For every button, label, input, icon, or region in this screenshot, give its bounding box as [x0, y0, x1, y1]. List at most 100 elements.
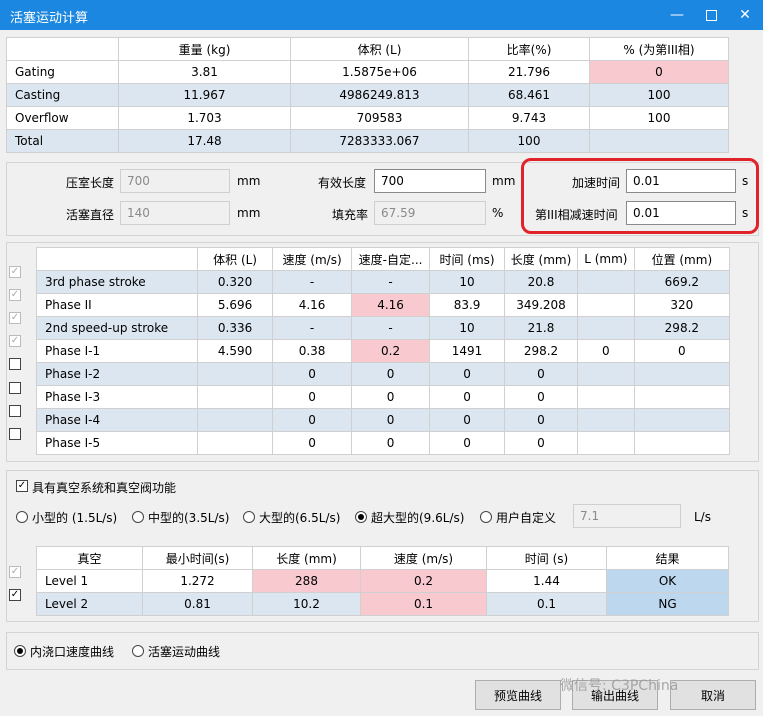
table-cell[interactable]: 0 [504, 408, 578, 432]
phase-row-checkbox[interactable]: ✓ [9, 312, 21, 325]
table-cell[interactable] [633, 385, 731, 409]
table-cell[interactable] [633, 362, 731, 386]
chamber-length-input[interactable] [120, 169, 230, 193]
table-cell[interactable]: 0 [351, 431, 431, 455]
table-cell[interactable] [633, 431, 731, 455]
fill-rate-input[interactable] [374, 201, 486, 225]
vacuum-custom-input[interactable] [573, 504, 681, 528]
table-cell[interactable]: 0 [272, 362, 353, 386]
phase-row-checkbox[interactable] [9, 404, 21, 417]
cancel-button[interactable]: 取消 [670, 680, 756, 710]
table-cell[interactable]: - [351, 316, 431, 340]
table-cell[interactable]: - [351, 270, 431, 294]
table-cell[interactable] [197, 431, 274, 455]
maximize-button[interactable] [694, 0, 728, 30]
table-cell[interactable] [576, 270, 635, 294]
table-cell[interactable]: 5.696 [197, 293, 274, 317]
phase-row-checkbox[interactable] [9, 381, 21, 394]
table-cell: OK [606, 569, 729, 593]
vacuum-option-radio[interactable] [243, 511, 255, 523]
close-button[interactable]: ✕ [728, 0, 762, 30]
table-cell[interactable]: Phase I-3 [35, 385, 199, 409]
table-cell[interactable]: 0.336 [197, 316, 274, 340]
table-cell[interactable]: 0 [429, 362, 506, 386]
table-cell[interactable]: 21.8 [504, 316, 578, 340]
phase-row-checkbox[interactable]: ✓ [9, 266, 21, 278]
minimize-button[interactable]: — [660, 0, 694, 30]
phase-row-checkbox[interactable] [9, 358, 21, 371]
table-cell[interactable]: 349.208 [504, 293, 578, 317]
table-cell[interactable]: 298.2 [504, 339, 578, 363]
table-cell[interactable]: 0 [429, 385, 506, 409]
table-cell[interactable] [576, 362, 635, 386]
vacuum-row-checkbox[interactable]: ✓ [9, 589, 21, 601]
table-cell[interactable]: 0 [272, 385, 353, 409]
phase-row-checkbox[interactable] [9, 427, 21, 440]
table-cell[interactable]: 0 [351, 408, 431, 432]
table-cell[interactable]: 0 [429, 431, 506, 455]
table-cell[interactable]: 0 [633, 339, 731, 363]
table-cell[interactable] [197, 362, 274, 386]
table-cell[interactable] [197, 385, 274, 409]
table-cell[interactable] [197, 408, 274, 432]
curve-option-radio[interactable] [132, 645, 144, 657]
table-cell[interactable]: - [272, 270, 353, 294]
table-cell[interactable]: 0 [272, 408, 353, 432]
phase-row: Phase I-2 0 0 0 0 [35, 362, 731, 386]
vacuum-row-checkbox[interactable]: ✓ [9, 566, 21, 578]
preview-curve-button[interactable]: 预览曲线 [475, 680, 561, 710]
table-cell[interactable]: 10 [429, 316, 506, 340]
table-cell[interactable]: 298.2 [633, 316, 731, 340]
table-cell[interactable]: 0 [351, 362, 431, 386]
table-cell[interactable]: Phase I-2 [35, 362, 199, 386]
table-cell: 体积 (L) [290, 37, 469, 61]
table-cell[interactable]: 4.590 [197, 339, 274, 363]
table-cell[interactable]: 83.9 [429, 293, 506, 317]
table-cell[interactable]: 0 [504, 362, 578, 386]
table-cell[interactable]: 20.8 [504, 270, 578, 294]
table-cell[interactable]: Phase I-4 [35, 408, 199, 432]
curve-option-radio[interactable] [14, 645, 26, 657]
phase-row-checkbox[interactable]: ✓ [9, 289, 21, 302]
minimize-icon: — [670, 7, 684, 23]
title-bar: 活塞运动计算 — ✕ [0, 0, 763, 30]
table-cell[interactable]: 4.16 [272, 293, 353, 317]
table-cell[interactable] [576, 316, 635, 340]
table-cell[interactable] [576, 293, 635, 317]
table-cell[interactable]: 2nd speed-up stroke [35, 316, 199, 340]
table-cell[interactable]: 0 [576, 339, 635, 363]
table-cell[interactable]: Phase I-1 [35, 339, 199, 363]
vacuum-option-radio[interactable] [16, 511, 28, 523]
table-cell[interactable]: 320 [633, 293, 731, 317]
phase-row: Phase I-4 0 0 0 0 [35, 408, 731, 432]
table-cell[interactable]: 4.16 [351, 293, 431, 317]
vacuum-system-checkbox[interactable]: ✓ [16, 480, 28, 492]
vacuum-system-label: 具有真空系统和真空阀功能 [32, 481, 177, 495]
table-cell[interactable]: Phase II [35, 293, 199, 317]
plunger-dia-input[interactable] [120, 201, 230, 225]
table-cell[interactable] [576, 431, 635, 455]
table-cell[interactable]: 0.38 [272, 339, 353, 363]
table-cell[interactable] [576, 385, 635, 409]
table-cell[interactable]: Phase I-5 [35, 431, 199, 455]
table-cell[interactable]: 1491 [429, 339, 506, 363]
table-cell[interactable] [576, 408, 635, 432]
table-cell[interactable]: 0 [429, 408, 506, 432]
vacuum-header-row: 真空 最小时间(s) 长度 (mm) 速度 (m/s) 时间 (s) 结果 [36, 546, 729, 570]
table-cell[interactable]: 0 [272, 431, 353, 455]
table-cell[interactable]: 0 [351, 385, 431, 409]
table-cell[interactable]: 3rd phase stroke [35, 270, 199, 294]
table-cell[interactable]: 669.2 [633, 270, 731, 294]
vacuum-option-radio[interactable] [132, 511, 144, 523]
table-cell[interactable]: - [272, 316, 353, 340]
table-cell[interactable]: 10 [429, 270, 506, 294]
table-cell[interactable] [633, 408, 731, 432]
table-cell[interactable]: 0.2 [351, 339, 431, 363]
table-cell[interactable]: 0 [504, 431, 578, 455]
table-cell[interactable]: 0 [504, 385, 578, 409]
vacuum-option-radio[interactable] [355, 511, 367, 523]
phase-row-checkbox[interactable]: ✓ [9, 335, 21, 348]
table-cell[interactable]: 0.320 [197, 270, 274, 294]
vacuum-option-radio[interactable] [480, 511, 492, 523]
effective-length-input[interactable] [374, 169, 486, 193]
